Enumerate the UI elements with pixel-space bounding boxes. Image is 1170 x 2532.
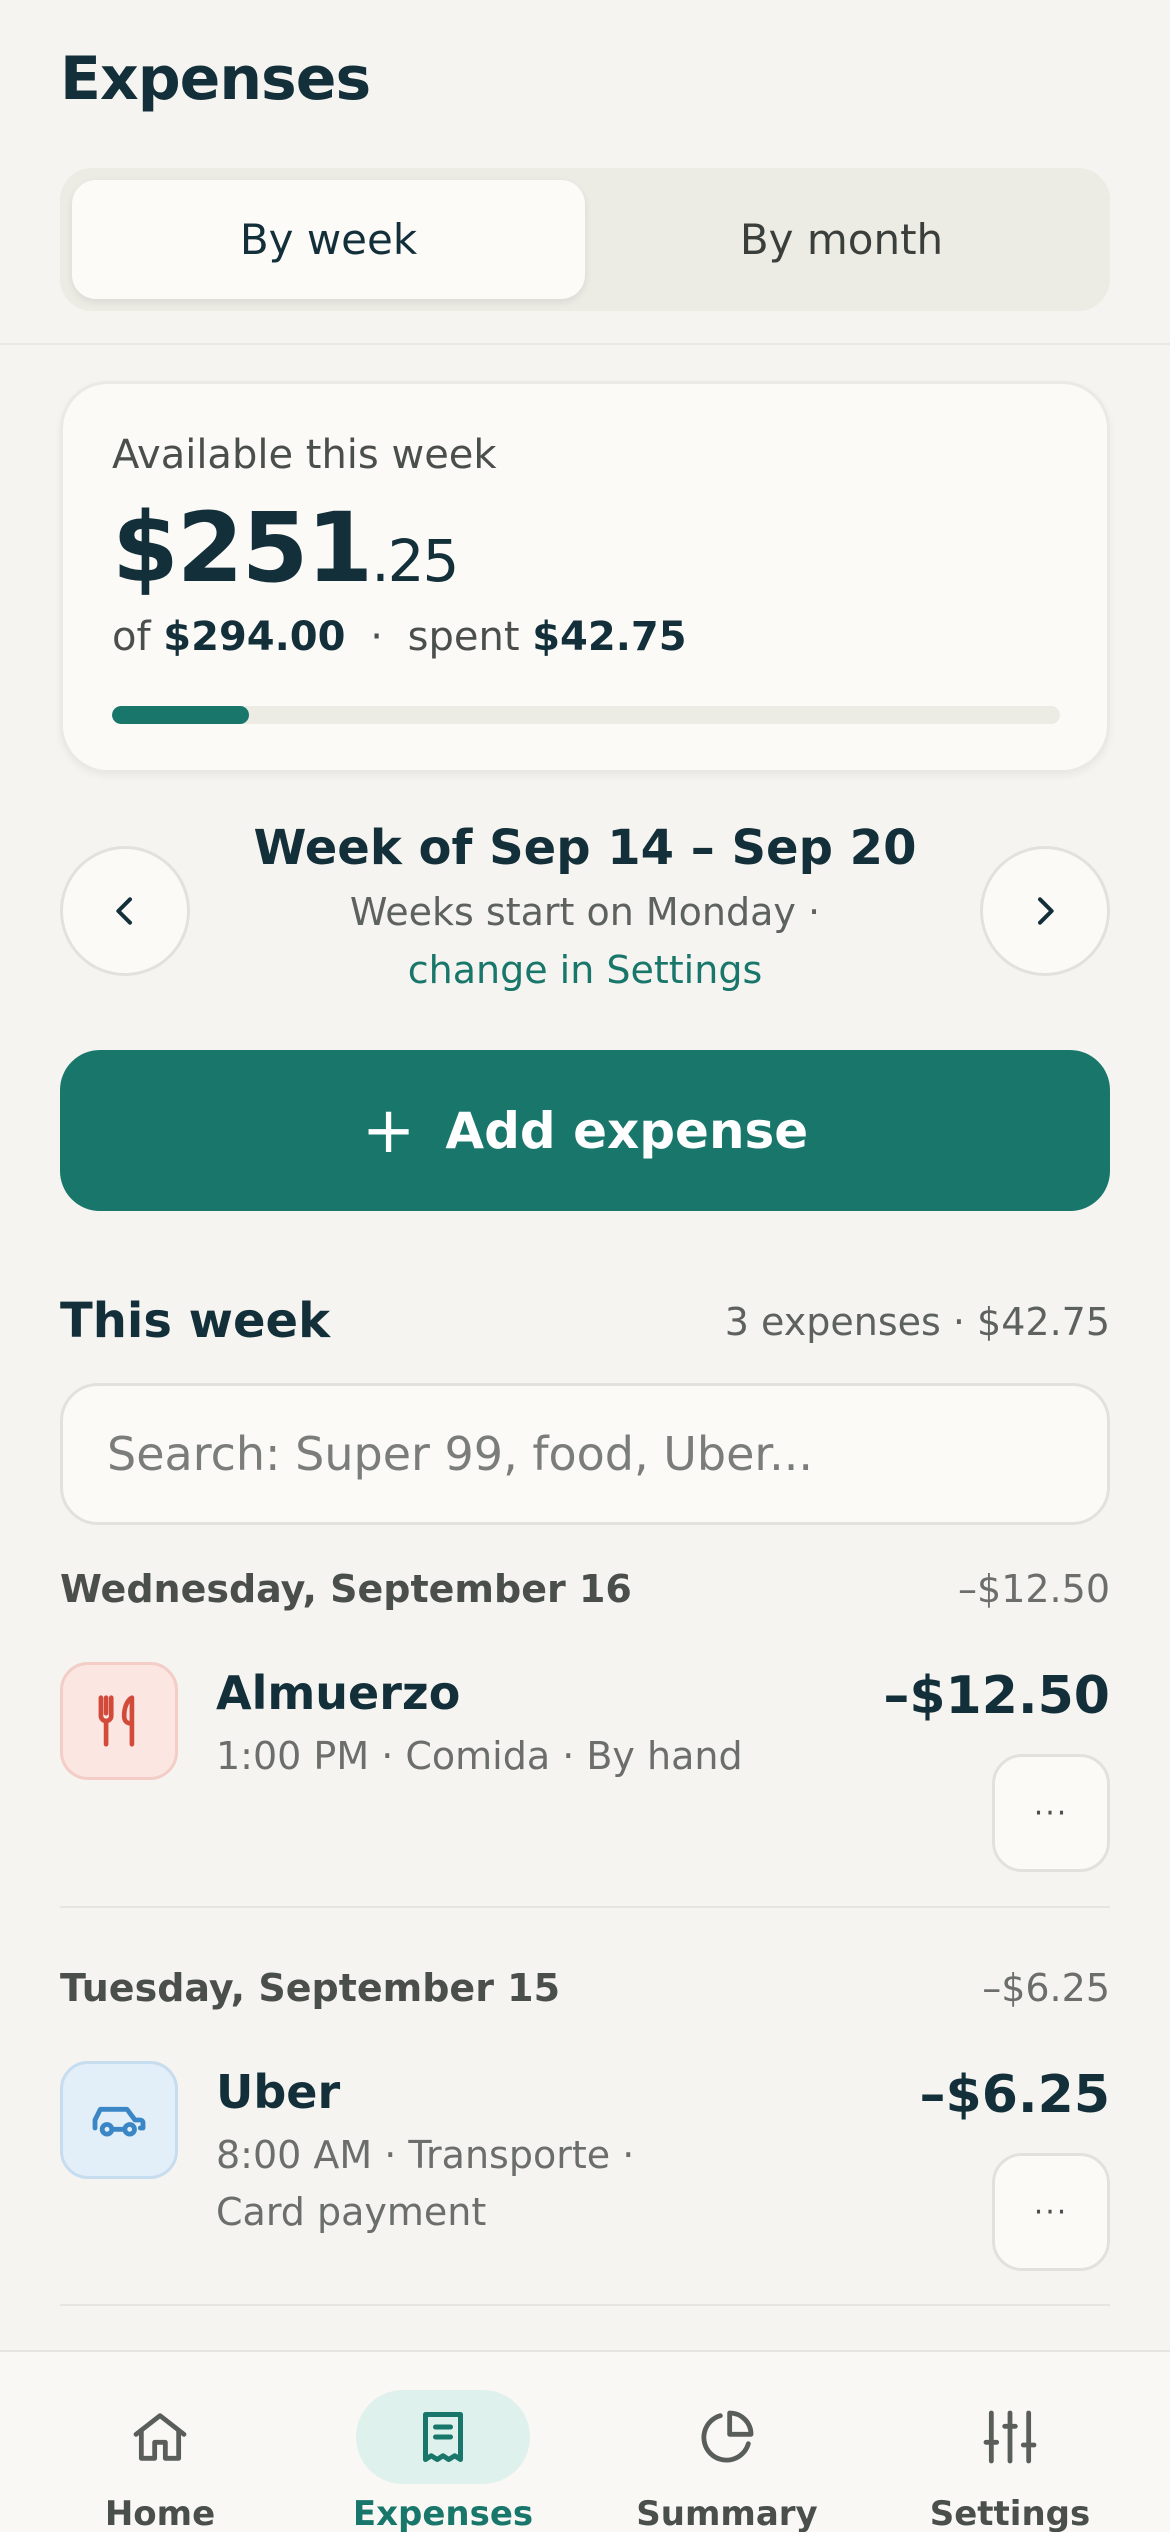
tab-settings[interactable]: Settings [910, 2372, 1110, 2532]
budget-progress-fill [112, 706, 250, 724]
pie-chart-icon [640, 2390, 814, 2484]
expense-meta: 8:00 AM · Transporte · Card payment [216, 2133, 635, 2234]
more-options-button[interactable]: ··· [992, 2153, 1110, 2271]
change-in-settings-link[interactable]: change in Settings [200, 948, 970, 992]
day-header: Wednesday, September 16 –$12.50 [60, 1567, 1110, 1611]
plus-icon: + [361, 1093, 416, 1168]
budget-progress-bar [112, 706, 1060, 724]
chevron-right-icon [1038, 897, 1054, 925]
tab-summary-label: Summary [636, 2494, 818, 2532]
expense-meta: 1:00 PM · Comida · By hand [216, 1734, 743, 1778]
budget-summary: of $294.00 · spent $42.75 [112, 614, 687, 660]
search-input[interactable] [60, 1383, 1110, 1525]
week-title: Week of Sep 14 – Sep 20 [253, 820, 917, 876]
chevron-left-icon [116, 897, 132, 925]
day-date: Tuesday, September 15 [60, 1966, 561, 2010]
available-amount-whole: $251 [112, 492, 373, 604]
day-date: Wednesday, September 16 [60, 1567, 632, 1611]
receipt-icon [356, 2390, 530, 2484]
by-month-tab[interactable]: By month [585, 180, 1098, 299]
car-icon [60, 2061, 178, 2179]
budget-label: Available this week [112, 432, 497, 478]
tab-expenses-label: Expenses [352, 2494, 534, 2532]
available-amount-cents: .25 [371, 527, 459, 595]
header: Expenses By week By month [0, 0, 1170, 345]
add-expense-label: Add expense [445, 1101, 809, 1160]
divider [60, 2304, 1110, 2306]
tab-summary[interactable]: Summary [627, 2372, 827, 2532]
section-summary: 3 expenses · $42.75 [724, 1300, 1110, 1344]
budget-card: Available this week $251.25 of $294.00 ·… [60, 381, 1110, 773]
of-label: of [112, 614, 151, 660]
expense-item[interactable]: Uber 8:00 AM · Transporte · Card payment… [60, 2061, 1110, 2271]
tab-bar: Home Expenses Summary Settings [0, 2350, 1170, 2532]
next-week-button[interactable] [980, 846, 1110, 976]
add-expense-button[interactable]: + Add expense [60, 1050, 1110, 1211]
sliders-icon [923, 2390, 1097, 2484]
tab-home[interactable]: Home [60, 2372, 260, 2532]
budget-total: $294.00 [163, 614, 346, 660]
view-toggle: By week By month [60, 168, 1110, 311]
day-header: Tuesday, September 15 –$6.25 [60, 1966, 1110, 2010]
ellipsis-icon: ··· [1033, 2194, 1069, 2230]
page-title: Expenses [60, 44, 371, 114]
tab-settings-label: Settings [929, 2494, 1091, 2532]
week-start-note: Weeks start on Monday · [349, 890, 821, 934]
expense-item[interactable]: Almuerzo 1:00 PM · Comida · By hand –$12… [60, 1662, 1110, 1872]
utensils-icon [60, 1662, 178, 1780]
expense-amount: –$6.25 [919, 2065, 1110, 2125]
home-icon [73, 2390, 247, 2484]
spent-amount: $42.75 [532, 614, 687, 660]
available-amount: $251.25 [112, 492, 459, 604]
tab-expenses[interactable]: Expenses [343, 2372, 543, 2532]
expense-name: Uber [216, 2065, 341, 2119]
by-week-tab[interactable]: By week [72, 180, 585, 299]
section-title: This week [60, 1293, 331, 1349]
ellipsis-icon: ··· [1033, 1795, 1069, 1831]
previous-week-button[interactable] [60, 846, 190, 976]
spent-label: spent [407, 614, 520, 660]
expense-name: Almuerzo [216, 1666, 461, 1720]
day-total: –$6.25 [982, 1966, 1110, 2010]
day-total: –$12.50 [958, 1567, 1110, 1611]
divider [60, 1906, 1110, 1908]
more-options-button[interactable]: ··· [992, 1754, 1110, 1872]
tab-home-label: Home [104, 2494, 216, 2532]
expense-amount: –$12.50 [883, 1666, 1110, 1726]
